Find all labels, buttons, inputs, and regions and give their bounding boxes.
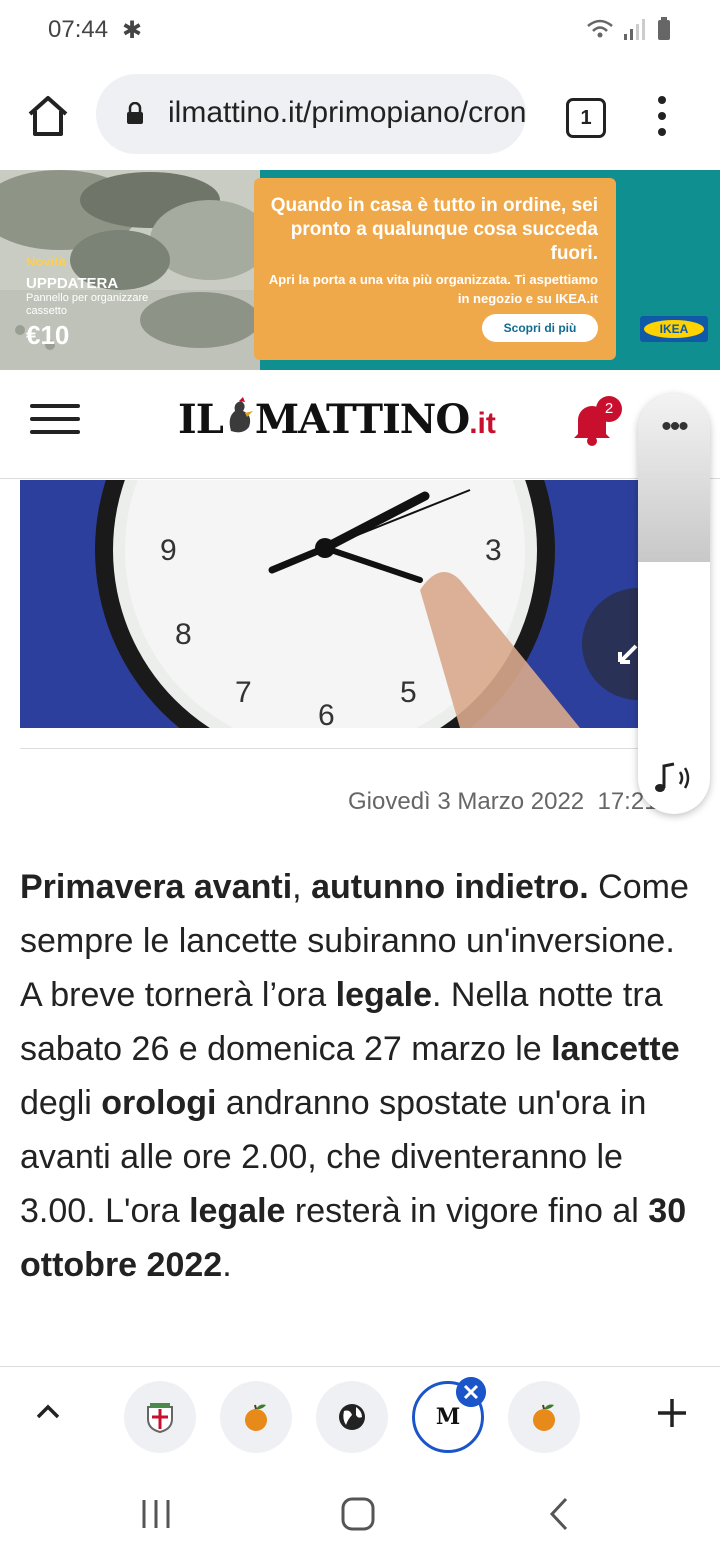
ad-new-label: Novità	[26, 254, 66, 269]
browser-toolbar: ilmattino.it/primopiano/cronache/ora_leg…	[0, 60, 720, 171]
orange-fruit-icon	[533, 1404, 555, 1431]
home-nav-icon[interactable]	[340, 1496, 376, 1532]
status-bar: 07:44 ✱	[0, 0, 720, 60]
listen-audio-icon[interactable]	[650, 758, 698, 798]
hamburger-menu-icon[interactable]	[30, 404, 80, 438]
city-crest-icon	[147, 1403, 173, 1433]
ad-cta-button[interactable]: Scopri di più	[482, 314, 598, 342]
chevron-up-icon[interactable]	[34, 1397, 62, 1425]
article-bold-text: lancette	[551, 1030, 680, 1068]
tab-item[interactable]	[124, 1381, 196, 1453]
ad-subline: Apri la porta a una vita più organizzata…	[268, 272, 598, 306]
article-bold-text: orologi	[101, 1084, 217, 1122]
article-date: Giovedì 3 Marzo 2022 17:21	[348, 788, 658, 816]
ikea-logo-text: IKEA	[644, 320, 704, 338]
logo-text-il: IL	[178, 396, 224, 443]
clock-photo: 9 8 7 6 5 3	[20, 480, 680, 728]
globe-icon	[339, 1404, 365, 1430]
address-bar[interactable]: ilmattino.it/primopiano/cronache/ora_leg…	[96, 74, 526, 154]
ikea-logo: IKEA	[640, 316, 708, 342]
tab-item[interactable]	[316, 1381, 388, 1453]
logo-tld: .it	[469, 407, 496, 440]
ikea-ad-banner[interactable]: Novità UPPDATERA Pannello per organizzar…	[0, 170, 720, 370]
home-icon[interactable]	[24, 92, 72, 140]
ad-product-desc: Pannello per organizzare cassetto	[26, 292, 149, 317]
recent-apps-icon[interactable]	[140, 1498, 172, 1530]
tab-item[interactable]	[508, 1381, 580, 1453]
article-text: ,	[292, 868, 312, 906]
signal-battery-icon	[587, 17, 670, 40]
site-header: IL MATTINO.it 2	[0, 370, 720, 479]
more-options-icon[interactable]: •••	[638, 410, 710, 444]
close-tab-icon[interactable]	[456, 1377, 486, 1407]
notification-icon: ✱	[122, 17, 143, 44]
svg-text:8: 8	[175, 618, 192, 651]
ad-message-panel: Quando in casa è tutto in ordine, sei pr…	[254, 178, 616, 360]
status-time: 07:44	[48, 16, 109, 43]
article-body: Primavera avanti, autunno indietro. Come…	[20, 860, 700, 1292]
article-bold-text: legale	[335, 976, 433, 1014]
ad-price: €10	[26, 320, 70, 350]
il-mattino-logo[interactable]: IL MATTINO.it	[178, 396, 496, 456]
lock-icon	[127, 102, 143, 124]
tab-strip: M	[0, 1366, 720, 1468]
floating-tools-panel: •••	[638, 394, 710, 814]
article-date-text: Giovedì 3 Marzo 2022	[348, 788, 585, 815]
article-text: .	[222, 1246, 232, 1284]
url-text: ilmattino.it/primopiano/cronache/ora_leg…	[168, 96, 526, 129]
svg-text:5: 5	[400, 676, 417, 709]
article-bold-text: legale	[189, 1192, 286, 1230]
article-text: resterà in vigore fino al	[285, 1192, 649, 1230]
notification-badge: 2	[596, 396, 622, 422]
new-tab-plus-icon[interactable]	[656, 1397, 688, 1429]
article-bold-text: Primavera avanti	[20, 868, 293, 906]
ad-product-info: Novità UPPDATERA Pannello per organizzar…	[26, 254, 166, 351]
ad-headline: Quando in casa è tutto in ordine, sei pr…	[270, 195, 598, 264]
svg-text:3: 3	[485, 534, 502, 567]
system-icons	[586, 16, 676, 48]
divider	[20, 748, 710, 749]
tab-item[interactable]	[220, 1381, 292, 1453]
logo-text-mattino: MATTINO	[254, 396, 470, 443]
svg-text:9: 9	[160, 534, 177, 567]
svg-text:7: 7	[235, 676, 252, 709]
svg-text:6: 6	[318, 699, 335, 728]
article-hero-image[interactable]: 9 8 7 6 5 3	[20, 480, 680, 728]
back-nav-icon[interactable]	[546, 1496, 572, 1532]
tab-switcher-button[interactable]: 1	[566, 98, 606, 138]
rooster-icon	[223, 396, 255, 443]
system-nav-bar	[0, 1466, 720, 1560]
more-menu-icon[interactable]	[650, 94, 674, 138]
article-bold-text: autunno indietro.	[311, 868, 589, 906]
ad-product-name: UPPDATERA	[26, 275, 119, 292]
orange-fruit-icon	[245, 1404, 267, 1431]
article-text: degli	[20, 1084, 102, 1122]
